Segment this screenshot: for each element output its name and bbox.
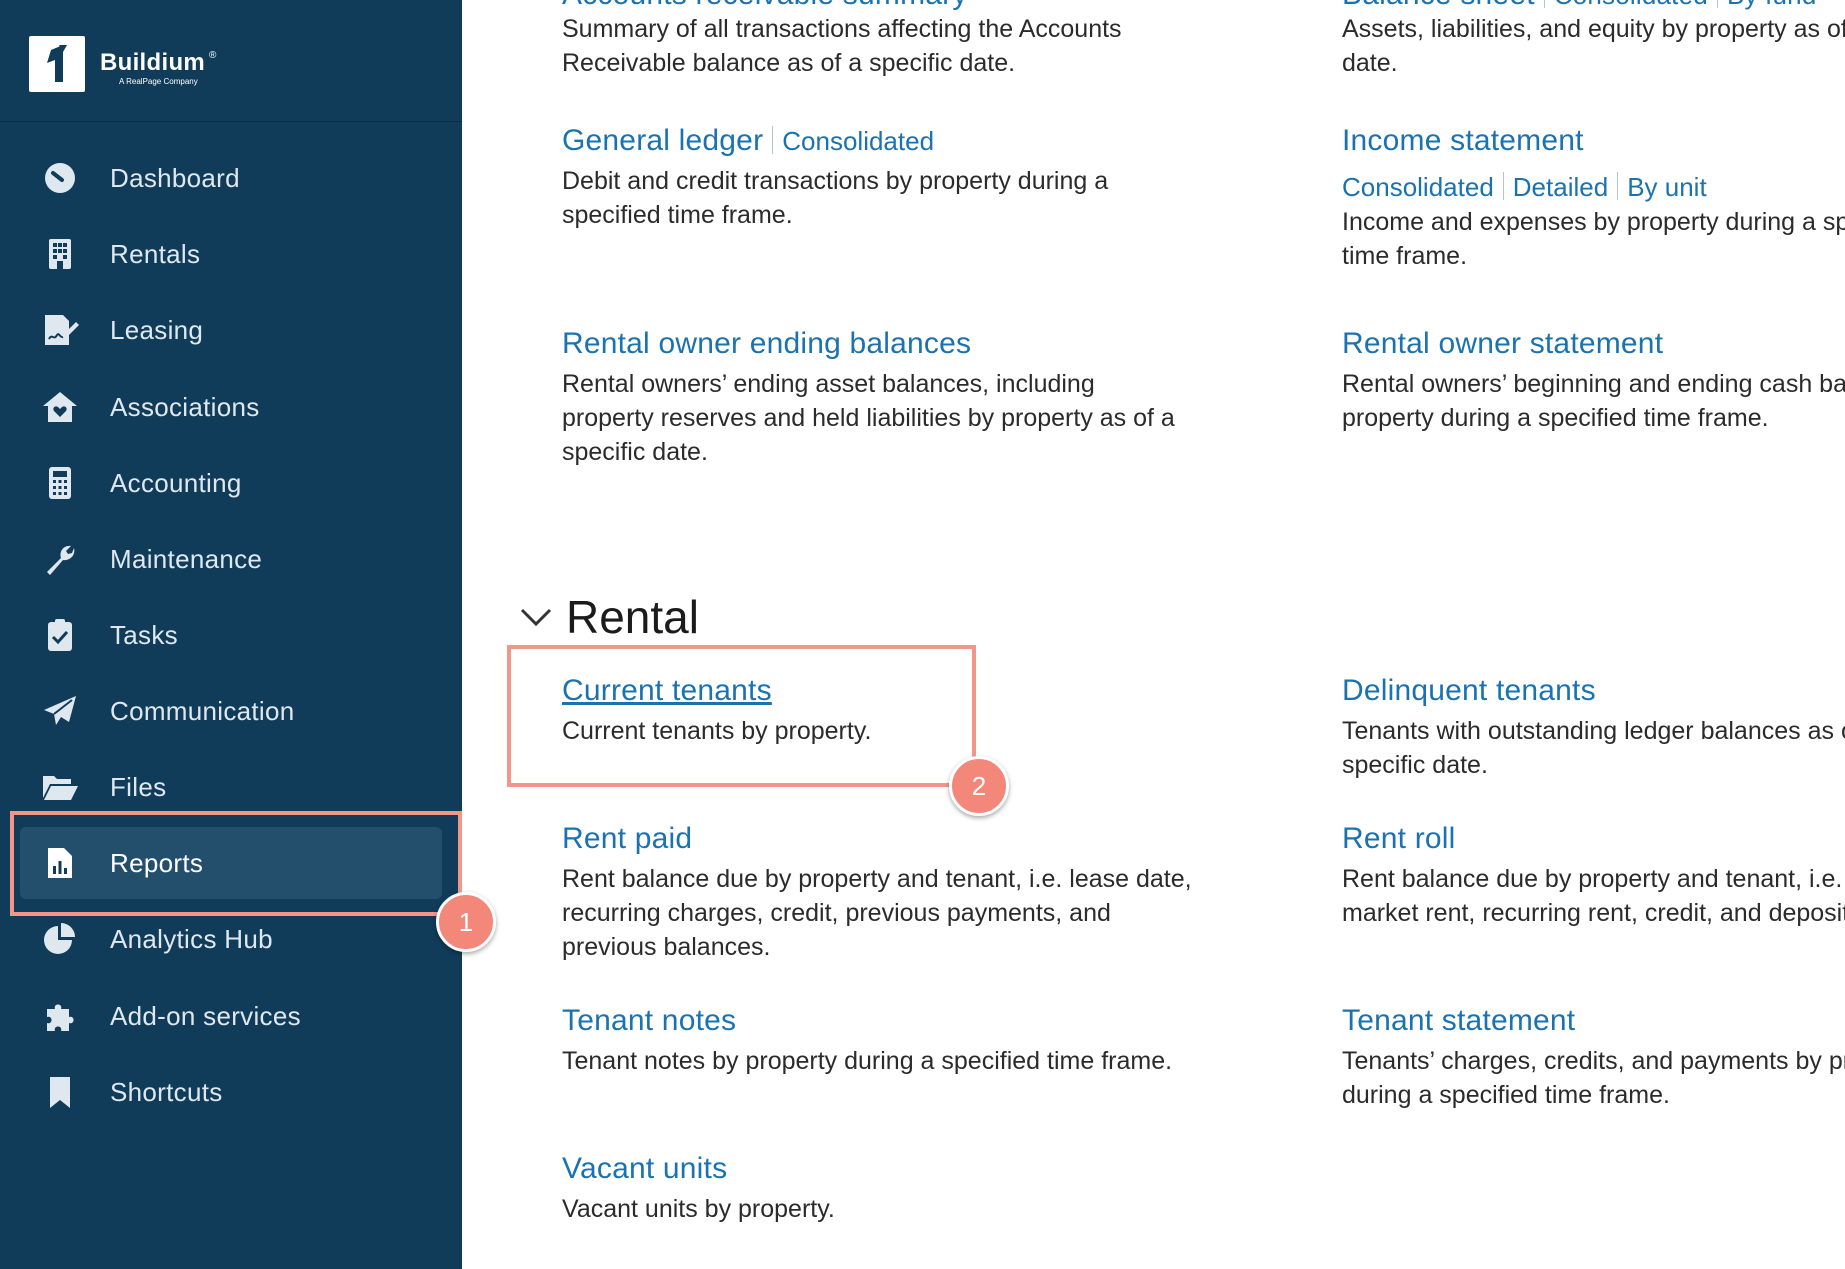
report-description: Rent balance due by property and tenant,… [562, 865, 1192, 961]
puzzle-piece-icon [40, 996, 80, 1036]
variant-consolidated-link[interactable]: Consolidated [1554, 0, 1708, 10]
sidebar-item-leasing[interactable]: Leasing [20, 294, 442, 366]
report-balance-sheet: Balance sheetConsolidatedBy fund Assets,… [1342, 0, 1845, 80]
sidebar-item-label: Tasks [110, 619, 178, 650]
brand-name: Buildium [100, 49, 206, 76]
sidebar-item-label: Files [110, 771, 167, 802]
sidebar-item-label: Leasing [110, 314, 204, 345]
report-rental-owner-ending-balances: Rental owner ending balances Rental owne… [562, 327, 1175, 469]
report-rent-paid: Rent paid Rent balance due by property a… [562, 822, 1192, 964]
sidebar-item-associations[interactable]: Associations [20, 371, 442, 443]
report-title-link[interactable]: Delinquent tenants [1342, 674, 1845, 708]
dashboard-gauge-icon [40, 158, 80, 198]
sidebar-item-shortcuts[interactable]: Shortcuts [20, 1056, 442, 1128]
sidebar-item-communication[interactable]: Communication [20, 675, 442, 747]
sidebar-item-tasks[interactable]: Tasks [20, 599, 442, 671]
report-title-row: General ledger Consolidated [562, 124, 1108, 158]
variant-consolidated-link[interactable]: Consolidated [1342, 172, 1494, 202]
calculator-icon [40, 463, 80, 503]
report-title-link[interactable]: Tenant notes [562, 1004, 1172, 1038]
rental-section-header[interactable]: Rental [518, 590, 699, 644]
bookmark-icon [40, 1072, 80, 1112]
sidebar-item-label: Rentals [110, 238, 201, 269]
brand-header: Buildium ® A RealPage Company [0, 0, 462, 122]
report-title-link[interactable]: General ledger [562, 124, 763, 157]
report-title-link[interactable]: Rental owner statement [1342, 327, 1845, 361]
report-tenant-statement: Tenant statement Tenants’ charges, credi… [1342, 1004, 1845, 1112]
report-description: Summary of all transactions affecting th… [562, 15, 1122, 77]
sidebar-item-label: Shortcuts [110, 1076, 223, 1107]
sidebar-item-rentals[interactable]: Rentals [20, 218, 442, 290]
report-title-link: Balance sheetConsolidatedBy fund [1342, 0, 1845, 12]
report-title-link[interactable]: Rent roll [1342, 822, 1845, 856]
variant-links: Consolidated Detailed By unit [1342, 172, 1845, 203]
report-tenant-notes: Tenant notes Tenant notes by property du… [562, 1004, 1172, 1078]
report-description: Assets, liabilities, and equity by prope… [1342, 15, 1845, 77]
step-badge-2: 2 [949, 756, 1009, 816]
report-title-link[interactable]: Vacant units [562, 1152, 835, 1186]
report-title-link[interactable]: Rental owner ending balances [562, 327, 1175, 361]
report-delinquent-tenants: Delinquent tenants Tenants with outstand… [1342, 674, 1845, 782]
sidebar-item-dashboard[interactable]: Dashboard [20, 142, 442, 214]
report-title-link[interactable]: Rent paid [562, 822, 1192, 856]
highlight-reports-box [10, 811, 462, 916]
clipboard-check-icon [40, 615, 80, 655]
step-badge-1: 1 [436, 892, 496, 952]
report-description: Rental owners’ beginning and ending cash… [1342, 370, 1845, 432]
sidebar-item-label: Analytics Hub [110, 923, 273, 954]
chevron-down-icon[interactable] [518, 599, 554, 635]
wrench-icon [40, 539, 80, 579]
pie-chart-icon [40, 919, 80, 959]
building-icon [40, 234, 80, 274]
report-description: Income and expenses by property during a… [1342, 208, 1845, 270]
brand-trademark: ® [209, 50, 217, 61]
report-description: Tenants with outstanding ledger balances… [1342, 717, 1845, 779]
variant-consolidated-link[interactable]: Consolidated [782, 126, 934, 156]
report-description: Vacant units by property. [562, 1195, 835, 1223]
report-income-statement: Income statement Consolidated Detailed By … [1342, 124, 1845, 273]
report-title-link[interactable]: Tenant statement [1342, 1004, 1845, 1038]
report-description: Tenant notes by property during a specif… [562, 1047, 1173, 1075]
sidebar-item-label: Dashboard [110, 162, 240, 193]
report-rent-roll: Rent roll Rent balance due by property a… [1342, 822, 1845, 930]
sidebar-item-label: Accounting [110, 467, 242, 498]
sidebar-item-label: Communication [110, 695, 295, 726]
brand-tagline: A RealPage Company [119, 77, 198, 86]
sidebar-item-label: Maintenance [110, 543, 263, 574]
report-general-ledger: General ledger Consolidated Debit and cre… [562, 124, 1108, 232]
paper-plane-icon [40, 691, 80, 731]
report-vacant-units: Vacant units Vacant units by property. [562, 1152, 835, 1226]
variant-by-unit-link[interactable]: By unit [1627, 172, 1707, 202]
report-title-link[interactable]: Accounts receivable summary [562, 0, 1122, 12]
report-description: Rent balance due by property and tenant,… [1342, 865, 1845, 927]
variant-detailed-link[interactable]: Detailed [1513, 172, 1608, 202]
sidebar: Buildium ® A RealPage Company Dashboard … [0, 0, 462, 1269]
section-title: Rental [566, 591, 699, 643]
house-heart-icon [40, 387, 80, 427]
variant-by-fund-link[interactable]: By fund [1727, 0, 1817, 10]
buildium-logo-icon[interactable] [29, 36, 85, 92]
report-description: Tenants’ charges, credits, and payments … [1342, 1047, 1845, 1109]
report-ar-summary: Accounts receivable summary Summary of a… [562, 0, 1122, 80]
report-title-link[interactable]: Income statement [1342, 124, 1845, 158]
sidebar-item-label: Add-on services [110, 1000, 301, 1031]
report-description: Debit and credit transactions by propert… [562, 167, 1109, 229]
sidebar-item-accounting[interactable]: Accounting [20, 447, 442, 519]
signed-document-icon [40, 310, 80, 350]
highlight-current-tenants-box [507, 645, 976, 787]
report-description: Rental owners’ ending asset balances, in… [562, 370, 1175, 466]
report-rental-owner-statement: Rental owner statement Rental owners’ be… [1342, 327, 1845, 435]
folder-open-icon [40, 767, 80, 807]
sidebar-item-label: Associations [110, 391, 260, 422]
sidebar-item-add-on-services[interactable]: Add-on services [20, 980, 442, 1052]
sidebar-item-maintenance[interactable]: Maintenance [20, 523, 442, 595]
